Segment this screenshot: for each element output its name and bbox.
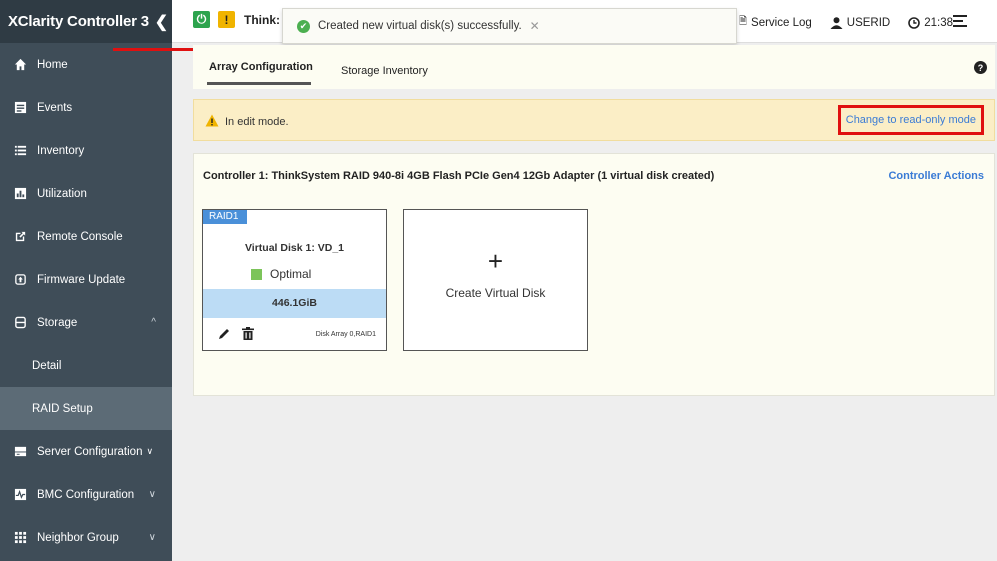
sidebar-item-neighbor-group[interactable]: Neighbor Group ∨ xyxy=(0,516,172,559)
external-link-icon xyxy=(13,230,27,244)
sidebar-item-label: Server Configuration xyxy=(37,445,143,458)
top-bar: ⏻ ! Think: ✔ Created new virtual disk(s)… xyxy=(172,0,997,44)
warning-status-icon[interactable]: ! xyxy=(218,11,235,28)
sidebar-item-label: Inventory xyxy=(37,144,85,157)
close-icon[interactable]: ✕ xyxy=(530,19,540,33)
grid-dots-icon xyxy=(13,531,27,545)
hamburger-menu-icon[interactable] xyxy=(953,15,967,30)
help-icon[interactable]: ? xyxy=(974,61,987,74)
bar-chart-icon xyxy=(13,187,27,201)
sidebar-item-utilization[interactable]: Utilization xyxy=(0,172,172,215)
virtual-disk-footer: Disk Array 0,RAID1 xyxy=(217,327,376,341)
sidebar-item-inventory[interactable]: Inventory xyxy=(0,129,172,172)
check-circle-icon: ✔ xyxy=(297,19,310,33)
sidebar-item-label: Home xyxy=(37,58,68,71)
sidebar-item-label: Remote Console xyxy=(37,230,123,243)
tab-array-configuration[interactable]: Array Configuration xyxy=(209,61,313,73)
controller-title: Controller 1: ThinkSystem RAID 940-8i 4G… xyxy=(203,170,715,182)
collapse-sidebar-icon[interactable]: ❮ xyxy=(155,12,168,32)
sidebar-item-firmware-update[interactable]: Firmware Update xyxy=(0,258,172,301)
virtual-disk-name: Virtual Disk 1: VD_1 xyxy=(244,242,345,254)
virtual-disk-card[interactable]: RAID1 Virtual Disk 1: VD_1 Optimal 446.1… xyxy=(202,209,387,351)
create-virtual-disk-label: Create Virtual Disk xyxy=(445,286,546,300)
sidebar-item-label: RAID Setup xyxy=(32,402,93,415)
virtual-disk-status: Optimal xyxy=(251,267,311,281)
sidebar-item-label: Firmware Update xyxy=(37,273,126,286)
sidebar-item-label: Detail xyxy=(32,359,62,372)
clock-icon xyxy=(908,16,921,29)
power-status-icon[interactable]: ⏻ xyxy=(193,11,210,28)
chevron-down-icon: ∨ xyxy=(146,446,154,456)
active-tab-indicator xyxy=(207,82,311,85)
sidebar-item-bmc-configuration[interactable]: BMC Configuration ∨ xyxy=(0,473,172,516)
firmware-icon xyxy=(13,273,27,287)
storage-icon xyxy=(13,316,27,330)
tabs-panel: Array Configuration Storage Inventory ? xyxy=(193,45,995,89)
chevron-down-icon: ∨ xyxy=(148,532,156,543)
success-toast: ✔ Created new virtual disk(s) successful… xyxy=(282,8,737,44)
service-log-link[interactable]: 🗎 Service Log xyxy=(739,14,812,31)
chevron-up-icon: ^ xyxy=(151,317,156,328)
sidebar: XClarity Controller 3 ❮ Home Events Inve… xyxy=(0,0,172,561)
pulse-icon xyxy=(13,488,27,502)
sidebar-item-raid-setup[interactable]: RAID Setup xyxy=(0,387,172,430)
controller-panel: Controller 1: ThinkSystem RAID 940-8i 4G… xyxy=(193,153,995,396)
service-log-icon: 🗎 xyxy=(738,16,748,27)
change-to-read-only-link[interactable]: Change to read-only mode xyxy=(837,105,984,135)
sidebar-item-server-configuration[interactable]: Server Configuration ∨ xyxy=(0,430,172,473)
sidebar-item-detail[interactable]: Detail xyxy=(0,344,172,387)
user-icon xyxy=(830,16,843,29)
status-label: Optimal xyxy=(270,267,312,281)
top-right-tools: 🗎 Service Log USERID 21:38 xyxy=(739,14,953,31)
list-icon xyxy=(13,144,27,158)
user-label: USERID xyxy=(846,16,891,29)
time-label: 21:38 xyxy=(924,16,953,29)
events-icon xyxy=(13,101,27,115)
sidebar-item-label: Neighbor Group xyxy=(37,531,119,544)
sidebar-item-label: Events xyxy=(37,101,73,114)
sidebar-item-storage[interactable]: Storage ^ xyxy=(0,301,172,344)
brand-header: XClarity Controller 3 ❮ xyxy=(0,0,172,43)
trash-icon[interactable] xyxy=(241,327,255,341)
plus-icon: + xyxy=(487,246,504,276)
raid-level-badge: RAID1 xyxy=(203,210,247,224)
sidebar-item-label: Storage xyxy=(37,316,78,329)
toast-message: Created new virtual disk(s) successfully… xyxy=(318,20,522,32)
tab-storage-inventory[interactable]: Storage Inventory xyxy=(341,65,428,77)
status-ok-icon xyxy=(251,268,262,280)
clock: 21:38 xyxy=(908,17,953,29)
edit-mode-banner: In edit mode. Change to read-only mode xyxy=(193,99,995,141)
system-name: Think: xyxy=(244,13,280,27)
virtual-disk-size: 446.1GiB xyxy=(203,289,386,318)
chevron-down-icon: ∨ xyxy=(148,489,156,500)
service-log-label: Service Log xyxy=(751,16,812,29)
warning-icon xyxy=(205,114,219,127)
sidebar-item-label: BMC Configuration xyxy=(37,488,135,501)
home-icon xyxy=(13,58,27,72)
sidebar-item-label: Utilization xyxy=(37,187,87,200)
pencil-icon[interactable] xyxy=(217,327,231,341)
controller-actions-link[interactable]: Controller Actions xyxy=(888,170,984,182)
create-virtual-disk-button[interactable]: + Create Virtual Disk xyxy=(403,209,588,351)
sidebar-item-remote-console[interactable]: Remote Console xyxy=(0,215,172,258)
sidebar-item-events[interactable]: Events xyxy=(0,86,172,129)
brand-title: XClarity Controller 3 xyxy=(8,13,149,30)
disk-array-label: Disk Array 0,RAID1 xyxy=(315,330,376,338)
edit-mode-message: In edit mode. xyxy=(225,116,289,128)
user-menu[interactable]: USERID xyxy=(830,17,890,29)
server-icon xyxy=(13,445,27,459)
